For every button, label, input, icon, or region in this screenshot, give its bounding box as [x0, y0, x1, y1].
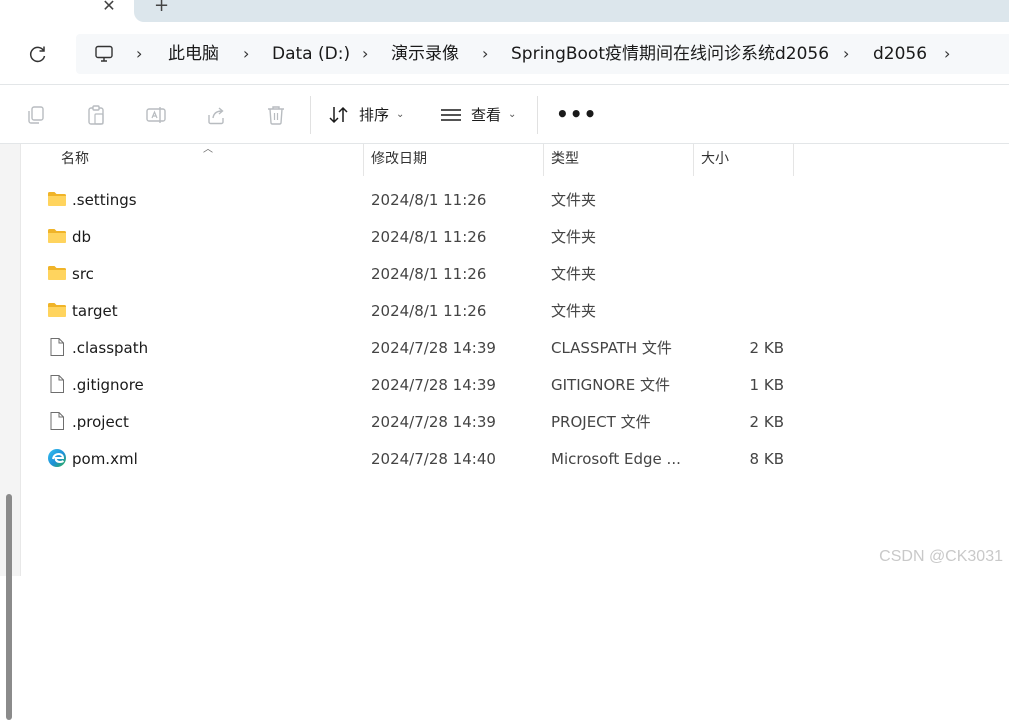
file-modified-date: 2024/8/1 11:26: [371, 265, 487, 283]
file-size: 2 KB: [749, 413, 784, 431]
file-name: pom.xml: [72, 450, 138, 468]
breadcrumb-this-pc[interactable]: 此电脑: [168, 44, 219, 64]
share-icon[interactable]: [205, 104, 227, 126]
breadcrumb-separator[interactable]: ›: [944, 44, 950, 64]
tab-strip: ✕ +: [0, 0, 1009, 24]
divider: [0, 143, 1009, 144]
column-header-date[interactable]: 修改日期: [371, 150, 427, 168]
file-type: CLASSPATH 文件: [551, 339, 672, 357]
file-name: .gitignore: [72, 376, 144, 394]
rename-icon[interactable]: [145, 104, 167, 126]
column-header-name[interactable]: 名称: [61, 150, 89, 168]
column-header-size[interactable]: 大小: [701, 150, 729, 168]
file-type: 文件夹: [551, 265, 597, 283]
file-row[interactable]: .classpath 2024/7/28 14:39 CLASSPATH 文件 2 K…: [20, 329, 800, 366]
breadcrumb-demo-recordings[interactable]: 演示录像: [391, 44, 459, 64]
file-name: .project: [72, 413, 129, 431]
file-row[interactable]: db 2024/8/1 11:26 文件夹: [20, 218, 800, 255]
file-modified-date: 2024/7/28 14:39: [371, 339, 496, 357]
file-type: 文件夹: [551, 191, 597, 209]
file-name: target: [72, 302, 118, 320]
column-divider[interactable]: [543, 144, 544, 176]
toolbar-divider: [537, 96, 538, 134]
breadcrumb-d2056[interactable]: d2056: [873, 44, 927, 64]
chevron-down-icon: ⌄: [508, 109, 517, 120]
file-type: Microsoft Edge ...: [551, 450, 681, 468]
view-list-icon: [441, 109, 461, 121]
file-name: .classpath: [72, 339, 149, 357]
file-type: 文件夹: [551, 302, 597, 320]
folder-icon: [47, 300, 67, 320]
folder-icon: [47, 263, 67, 283]
sort-button[interactable]: 排序 ⌄: [328, 104, 408, 126]
divider: [0, 84, 1009, 85]
edge-icon: [47, 448, 67, 468]
file-modified-date: 2024/8/1 11:26: [371, 228, 487, 246]
vertical-scrollbar[interactable]: [0, 144, 21, 720]
folder-icon: [47, 226, 67, 246]
refresh-icon[interactable]: [28, 44, 48, 64]
file-size: 8 KB: [749, 450, 784, 468]
breadcrumb-separator[interactable]: ›: [362, 44, 368, 64]
file-type: GITIGNORE 文件: [551, 376, 670, 394]
file-name: .settings: [72, 191, 137, 209]
file-type: 文件夹: [551, 228, 597, 246]
file-row[interactable]: pom.xml 2024/7/28 14:40 Microsoft Edge ...…: [20, 440, 800, 477]
column-divider[interactable]: [693, 144, 694, 176]
more-options-button[interactable]: •••: [556, 104, 597, 124]
file-modified-date: 2024/7/28 14:40: [371, 450, 496, 468]
new-tab-button[interactable]: +: [154, 0, 169, 16]
paste-icon[interactable]: [85, 104, 107, 126]
breadcrumb-data-drive[interactable]: Data (D:): [272, 44, 350, 64]
file-name: db: [72, 228, 92, 246]
breadcrumb-project-folder[interactable]: SpringBoot疫情期间在线问诊系统d2056: [511, 44, 829, 64]
breadcrumb-separator[interactable]: ›: [482, 44, 488, 64]
scrollbar-thumb[interactable]: [6, 494, 12, 720]
tab-bar-background: [134, 0, 1009, 22]
address-bar[interactable]: › 此电脑 › Data (D:) › 演示录像 › SpringBoot疫情期…: [76, 34, 1009, 74]
file-size: 1 KB: [749, 376, 784, 394]
breadcrumb-separator[interactable]: ›: [136, 44, 142, 64]
file-modified-date: 2024/7/28 14:39: [371, 413, 496, 431]
sort-icon: [329, 106, 348, 124]
column-divider[interactable]: [793, 144, 794, 176]
sort-label: 排序: [359, 106, 390, 124]
column-header-type[interactable]: 类型: [551, 150, 579, 168]
copy-icon[interactable]: [25, 104, 47, 126]
file-row[interactable]: .gitignore 2024/7/28 14:39 GITIGNORE 文件 1 K…: [20, 366, 800, 403]
file-type: PROJECT 文件: [551, 413, 651, 431]
toolbar-divider: [310, 96, 311, 134]
file-icon: [47, 374, 67, 394]
view-button[interactable]: 查看 ⌄: [440, 104, 520, 126]
file-modified-date: 2024/8/1 11:26: [371, 302, 487, 320]
folder-icon: [47, 189, 67, 209]
computer-icon: [95, 45, 113, 62]
file-row[interactable]: target 2024/8/1 11:26 文件夹: [20, 292, 800, 329]
file-row[interactable]: .project 2024/7/28 14:39 PROJECT 文件 2 KB: [20, 403, 800, 440]
close-tab-icon[interactable]: ✕: [100, 0, 118, 16]
column-divider[interactable]: [363, 144, 364, 176]
breadcrumb-separator[interactable]: ›: [843, 44, 849, 64]
file-row[interactable]: .settings 2024/8/1 11:26 文件夹: [20, 181, 800, 218]
watermark: CSDN @CK3031: [879, 548, 1003, 565]
file-size: 2 KB: [749, 339, 784, 357]
sort-ascending-icon: ︿: [203, 144, 213, 155]
file-icon: [47, 337, 67, 357]
delete-icon[interactable]: [265, 104, 287, 126]
file-name: src: [72, 265, 94, 283]
view-label: 查看: [471, 106, 502, 124]
file-row[interactable]: src 2024/8/1 11:26 文件夹: [20, 255, 800, 292]
file-modified-date: 2024/7/28 14:39: [371, 376, 496, 394]
chevron-down-icon: ⌄: [396, 109, 405, 120]
breadcrumb-separator[interactable]: ›: [243, 44, 249, 64]
file-modified-date: 2024/8/1 11:26: [371, 191, 487, 209]
file-icon: [47, 411, 67, 431]
